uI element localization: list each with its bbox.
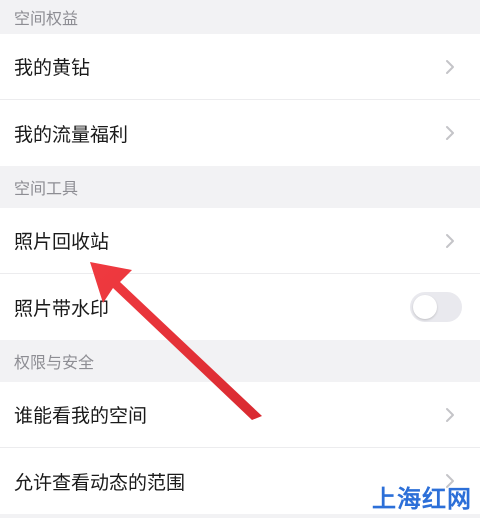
row-label: 我的流量福利 (14, 123, 129, 146)
chevron-right-icon (442, 125, 458, 141)
chevron-right-icon (442, 233, 458, 249)
row-label: 照片回收站 (14, 231, 110, 253)
row-label: 我的黄钻 (14, 57, 91, 79)
section-header-tools: 空间工具 (0, 166, 480, 208)
chevron-right-icon (442, 59, 458, 75)
toggle-knob (413, 295, 437, 319)
row-yellow-diamond[interactable]: 我的黄钻 (0, 34, 480, 100)
section-header-privacy: 权限与安全 (0, 340, 480, 382)
chevron-right-icon (442, 407, 458, 423)
row-who-can-see[interactable]: 谁能看我的空间 (0, 382, 480, 448)
row-label: 照片带水印 (14, 297, 110, 320)
row-photo-watermark: 照片带水印 (0, 274, 480, 340)
row-photo-recycle-bin[interactable]: 照片回收站 (0, 208, 480, 274)
watermark-toggle[interactable] (410, 292, 462, 322)
row-label: 允许查看动态的范围 (14, 471, 186, 494)
row-data-benefits[interactable]: 我的流量福利 (0, 100, 480, 166)
section-header-rights: 空间权益 (0, 0, 480, 34)
group-tools: 照片回收站 照片带水印 (0, 208, 480, 340)
group-rights: 我的黄钻 我的流量福利 (0, 34, 480, 166)
row-label: 谁能看我的空间 (14, 405, 148, 427)
watermark-logo: 上海红网 (372, 484, 472, 513)
settings-page: 空间权益 我的黄钻 我的流量福利 空间工具 照片回收站 照片带水印 权限与安全 … (0, 0, 480, 518)
